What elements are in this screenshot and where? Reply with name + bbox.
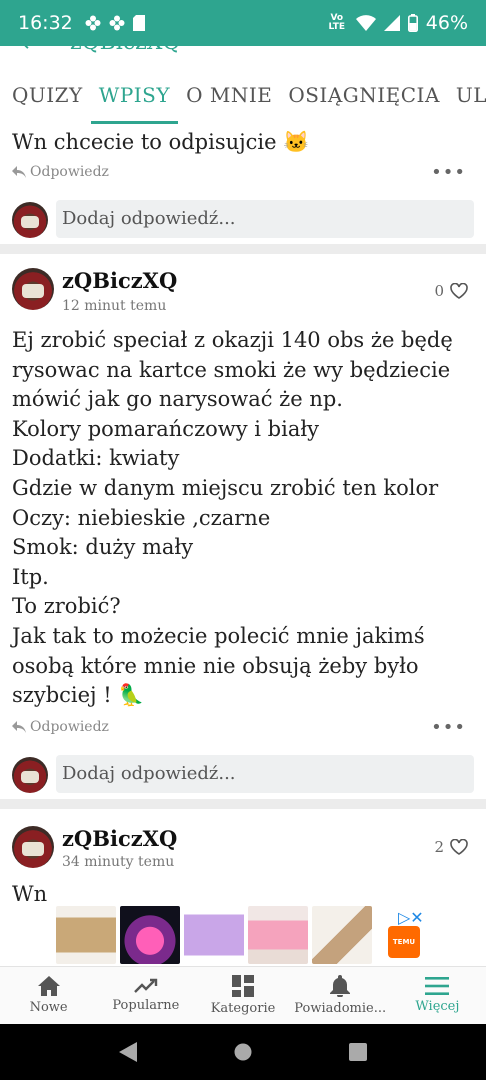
flower-icon: [109, 15, 125, 31]
nav-label: Nowe: [29, 1000, 68, 1015]
signal-icon: [383, 15, 400, 31]
heart-icon: [450, 283, 468, 299]
ad-product-image[interactable]: [184, 906, 244, 964]
post-username[interactable]: zQBiczXQ: [62, 268, 177, 293]
ad-product-image[interactable]: [312, 906, 372, 964]
back-icon[interactable]: [118, 1042, 137, 1062]
tab-osiagniecia[interactable]: OSIĄGNIĘCIA: [280, 64, 448, 124]
post-line: Oczy: niebieskie ,czarne: [12, 505, 271, 530]
status-bar: 16:32 Vo LTE 46%: [0, 0, 486, 46]
post-line: Jak tak to możecie polecić mnie jakimś: [12, 623, 425, 648]
like-count: 0: [434, 282, 444, 300]
reply-icon: [12, 166, 26, 178]
ad-product-image[interactable]: [120, 906, 180, 964]
flower-icon: [85, 15, 101, 31]
post-text: Wn chcecie to odpisujcie 🐱: [12, 130, 310, 154]
status-notification-icons: [85, 15, 145, 31]
post-username[interactable]: zQBiczXQ: [62, 826, 177, 851]
post-line: To zrobić?: [12, 594, 121, 619]
post-line: Smok: duży mały: [12, 535, 194, 560]
bottom-nav: Nowe Popularne Kategorie Powiadomie... W…: [0, 966, 486, 1024]
tab-wpisy[interactable]: WPISY: [90, 64, 179, 124]
post-line: szybciej ! 🦜: [12, 683, 145, 708]
ad-banner[interactable]: [56, 906, 432, 966]
post-line: Gdzie w danym miejscu zrobić ten kolor: [12, 475, 439, 500]
post-text: Wn: [12, 882, 48, 906]
post-time: 34 minuty temu: [62, 854, 175, 870]
battery-percent: 46%: [425, 12, 468, 34]
back-arrow-icon[interactable]: ←: [22, 46, 40, 56]
reply-link[interactable]: Odpowiedz: [12, 164, 109, 180]
nav-item-nowe[interactable]: Nowe: [0, 967, 97, 1024]
system-nav-bar: [0, 1024, 486, 1080]
like-button[interactable]: 2: [434, 838, 468, 856]
nav-label: Popularne: [112, 998, 180, 1013]
bell-icon: [330, 975, 351, 997]
menu-icon: [425, 977, 450, 995]
grid-icon: [232, 975, 254, 997]
post-line: rysowac na kartce smoki że wy będziecie: [12, 357, 451, 382]
reply-input[interactable]: Dodaj odpowiedź...: [56, 200, 474, 238]
profile-title: zQBiczXQ: [70, 46, 180, 55]
nav-item-popularne[interactable]: Popularne: [97, 967, 194, 1024]
nav-item-powiadomienia[interactable]: Powiadomie...: [292, 967, 389, 1024]
post-line: Dodatki: kwiaty: [12, 446, 180, 471]
home-circle-icon[interactable]: [234, 1043, 252, 1061]
post-line: mówić jak go narysować że np.: [12, 387, 343, 412]
post-time: 12 minut temu: [62, 298, 167, 314]
separator: [0, 244, 486, 254]
post-line: Ej zrobić speciał z okazji 140 obs że bę…: [12, 328, 453, 352]
more-options-icon[interactable]: •••: [431, 162, 466, 183]
status-time: 16:32: [18, 12, 73, 34]
tab-o-mnie[interactable]: O MNIE: [178, 64, 280, 124]
trending-icon: [133, 978, 157, 993]
status-right: Vo LTE 46%: [326, 12, 468, 34]
battery-icon: [407, 14, 418, 32]
nav-label: Powiadomie...: [294, 1001, 387, 1016]
heart-icon: [450, 839, 468, 855]
sd-card-icon: [132, 15, 145, 31]
post-line: Kolory pomarańczowy i biały: [12, 416, 320, 441]
nav-label: Więcej: [415, 999, 460, 1014]
post-line: osobą które mnie nie obsują żeby było: [12, 653, 419, 678]
avatar: [12, 757, 48, 793]
post-line: Itp.: [12, 564, 49, 589]
reply-link[interactable]: Odpowiedz: [12, 719, 109, 735]
wifi-icon: [355, 15, 376, 31]
avatar: [12, 268, 54, 310]
volte-label: Vo LTE: [328, 13, 346, 32]
recents-icon[interactable]: [349, 1043, 368, 1061]
ad-close-icon[interactable]: ▷✕: [398, 908, 424, 927]
reply-label: Odpowiedz: [30, 164, 109, 180]
ad-logo[interactable]: TEMU: [388, 926, 420, 958]
tab-ulubione[interactable]: ULUBI: [448, 64, 486, 124]
like-count: 2: [434, 838, 444, 856]
reply-icon: [12, 721, 26, 733]
nav-item-kategorie[interactable]: Kategorie: [194, 967, 291, 1024]
profile-tabs: QUIZY WPISY O MNIE OSIĄGNIĘCIA ULUBI: [0, 64, 486, 124]
avatar: [12, 826, 54, 868]
post-body: Ej zrobić speciał z okazji 140 obs że bę…: [12, 326, 478, 711]
ad-product-image[interactable]: [248, 906, 308, 964]
like-button[interactable]: 0: [434, 282, 468, 300]
reply-input[interactable]: Dodaj odpowiedź...: [56, 755, 474, 793]
ad-product-image[interactable]: [56, 906, 116, 964]
more-options-icon[interactable]: •••: [431, 717, 466, 738]
nav-label: Kategorie: [210, 1001, 276, 1016]
avatar: [12, 202, 48, 238]
app-header: ← zQBiczXQ: [0, 46, 486, 56]
separator: [0, 799, 486, 809]
tab-quizy[interactable]: QUIZY: [0, 64, 91, 124]
reply-label: Odpowiedz: [30, 719, 109, 735]
home-icon: [37, 976, 60, 996]
nav-item-wiecej[interactable]: Więcej: [389, 967, 486, 1024]
